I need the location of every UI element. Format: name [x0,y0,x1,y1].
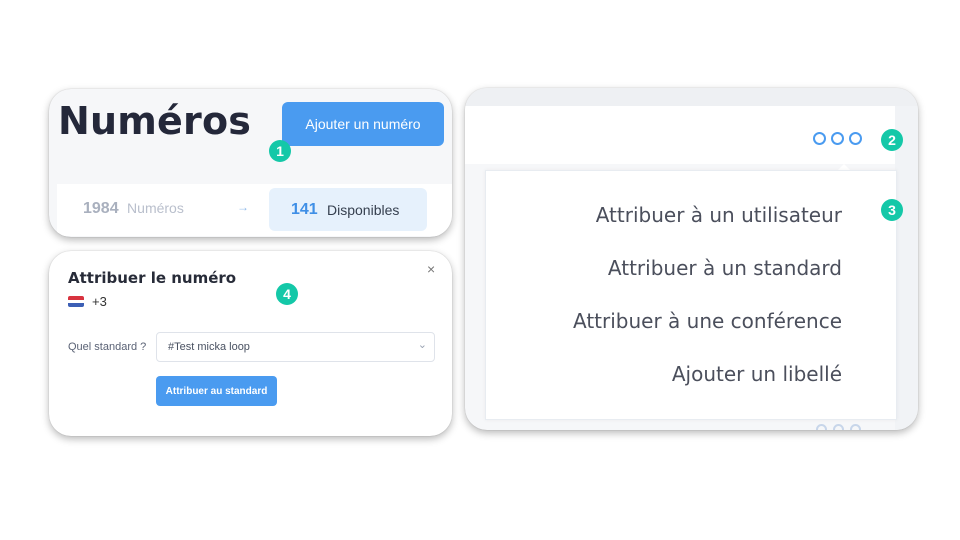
dropdown-menu: Attribuer à un utilisateur Attribuer à u… [485,170,897,420]
panel-top-strip [465,88,918,106]
stat-total-numbers[interactable]: 1984 Numéros [83,200,184,218]
step-badge-1: 1 [269,140,291,162]
more-options-icon[interactable] [813,132,867,150]
assign-to-standard-button[interactable]: Attribuer au standard [156,376,277,406]
standard-select-value: #Test micka loop [168,341,250,353]
total-count: 1984 [83,200,119,217]
standard-field-label: Quel standard ? [68,341,147,353]
menu-item-assign-conference[interactable]: Attribuer à une conférence [573,309,842,333]
panel-right-edge [895,106,918,430]
chevron-down-icon: ⌄ [417,339,427,351]
stat-available-numbers[interactable]: 141 Disponibles [269,188,427,231]
arrow-right-icon: → [237,200,249,214]
stats-bar: 1984 Numéros → 141 Disponibles [57,184,452,236]
add-number-button[interactable]: Ajouter un numéro [282,102,444,146]
phone-number: +3 [92,294,107,309]
total-label: Numéros [127,200,184,216]
actions-menu-panel: Attribuer à un utilisateur Attribuer à u… [465,88,918,430]
available-count: 141 [291,201,318,218]
more-options-icon-next-row[interactable] [816,422,867,430]
step-badge-2: 2 [881,129,903,151]
menu-item-assign-standard[interactable]: Attribuer à un standard [608,256,842,280]
assign-number-modal: Attribuer le numéro × +3 Quel standard ?… [49,251,452,436]
modal-title: Attribuer le numéro [68,269,237,287]
available-label: Disponibles [327,202,400,218]
netherlands-flag-icon [68,296,84,307]
step-badge-3: 3 [881,199,903,221]
step-badge-4: 4 [276,283,298,305]
standard-select[interactable]: #Test micka loop ⌄ [156,332,435,362]
close-icon[interactable]: × [427,261,435,277]
menu-item-assign-user[interactable]: Attribuer à un utilisateur [596,203,842,227]
numbers-header-panel: Numéros Ajouter un numéro 1984 Numéros →… [49,89,452,237]
page-title: Numéros [58,99,252,143]
menu-item-add-label[interactable]: Ajouter un libellé [672,362,842,386]
